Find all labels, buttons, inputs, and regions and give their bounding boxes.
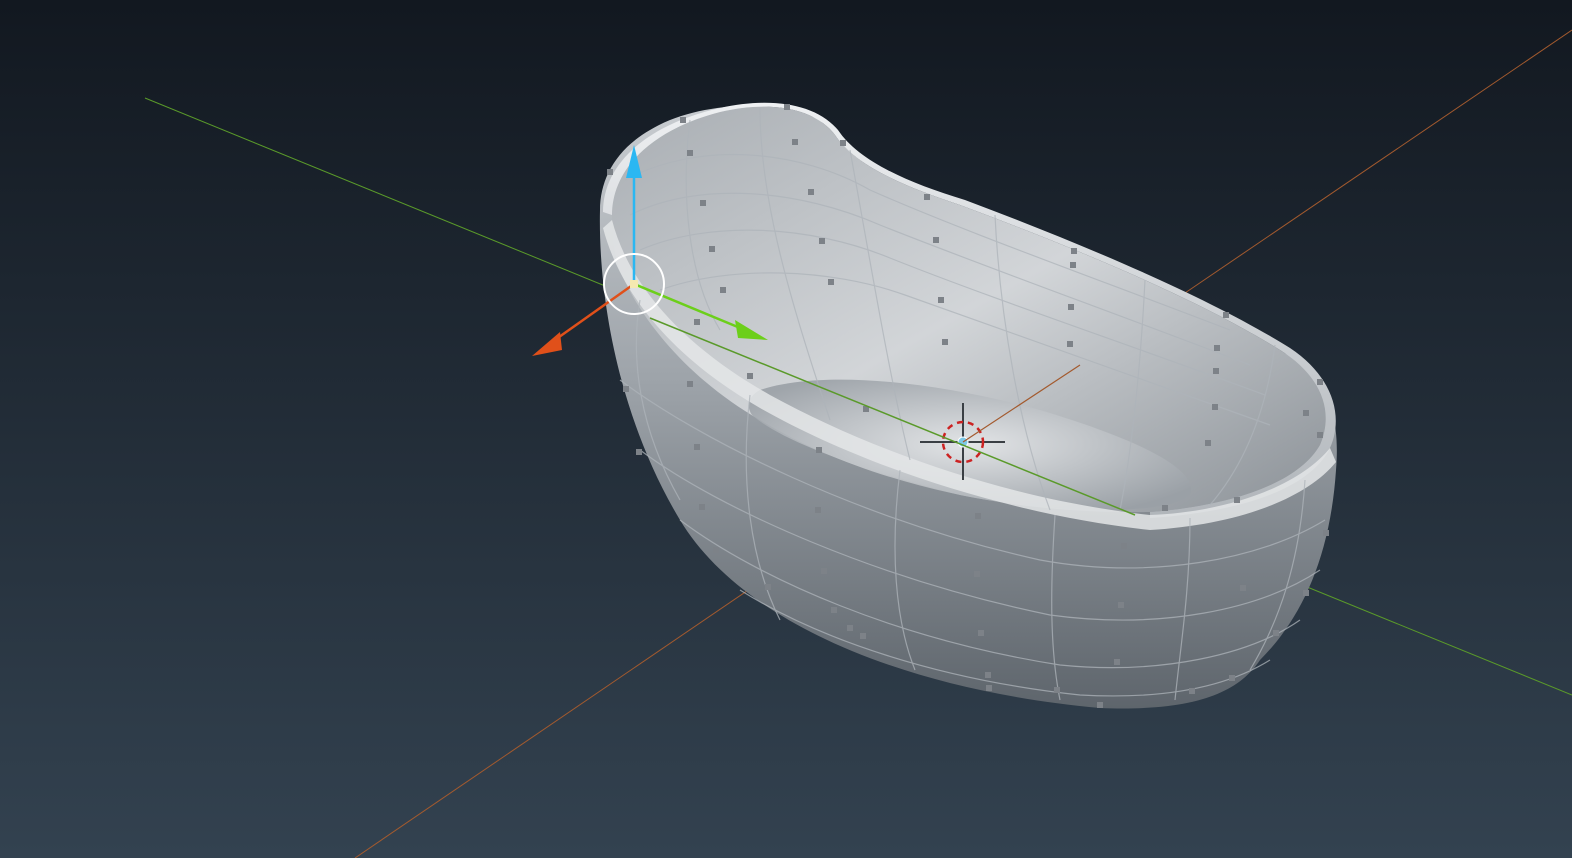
control-point[interactable] xyxy=(1212,404,1218,410)
control-point[interactable] xyxy=(607,169,613,175)
control-point[interactable] xyxy=(636,449,642,455)
control-point[interactable] xyxy=(1323,530,1329,536)
control-point[interactable] xyxy=(1303,410,1309,416)
control-point[interactable] xyxy=(720,287,726,293)
control-point[interactable] xyxy=(694,319,700,325)
control-point[interactable] xyxy=(1189,688,1195,694)
control-point[interactable] xyxy=(687,381,693,387)
control-point[interactable] xyxy=(808,189,814,195)
control-point[interactable] xyxy=(1067,341,1073,347)
control-point[interactable] xyxy=(713,547,719,553)
control-point[interactable] xyxy=(1213,368,1219,374)
control-point[interactable] xyxy=(1317,432,1323,438)
control-point[interactable] xyxy=(700,200,706,206)
control-point[interactable] xyxy=(938,297,944,303)
control-point[interactable] xyxy=(860,633,866,639)
control-point[interactable] xyxy=(974,571,980,577)
control-point[interactable] xyxy=(828,279,834,285)
control-point[interactable] xyxy=(699,504,705,510)
control-point[interactable] xyxy=(1097,702,1103,708)
control-point[interactable] xyxy=(816,447,822,453)
control-point[interactable] xyxy=(1273,630,1279,636)
control-point[interactable] xyxy=(933,237,939,243)
control-point[interactable] xyxy=(1054,687,1060,693)
object-origin-pivot[interactable] xyxy=(630,280,638,288)
control-point[interactable] xyxy=(847,625,853,631)
control-point[interactable] xyxy=(1229,675,1235,681)
control-point[interactable] xyxy=(765,584,771,590)
control-point[interactable] xyxy=(1214,345,1220,351)
control-point[interactable] xyxy=(985,672,991,678)
control-point[interactable] xyxy=(747,373,753,379)
control-point[interactable] xyxy=(784,104,790,110)
control-point[interactable] xyxy=(1121,543,1127,549)
control-point[interactable] xyxy=(709,246,715,252)
control-point[interactable] xyxy=(687,150,693,156)
control-point[interactable] xyxy=(1205,440,1211,446)
control-point[interactable] xyxy=(978,630,984,636)
control-point[interactable] xyxy=(792,139,798,145)
control-point[interactable] xyxy=(1223,312,1229,318)
control-point[interactable] xyxy=(1317,379,1323,385)
control-point[interactable] xyxy=(680,117,686,123)
control-point[interactable] xyxy=(840,140,846,146)
control-point[interactable] xyxy=(975,513,981,519)
3d-viewport[interactable] xyxy=(0,0,1572,858)
control-point[interactable] xyxy=(1070,262,1076,268)
control-point[interactable] xyxy=(1118,602,1124,608)
control-point[interactable] xyxy=(1303,590,1309,596)
control-point[interactable] xyxy=(1240,585,1246,591)
control-point[interactable] xyxy=(1071,248,1077,254)
control-point[interactable] xyxy=(819,238,825,244)
control-point[interactable] xyxy=(831,607,837,613)
viewport-canvas[interactable] xyxy=(0,0,1572,858)
control-point[interactable] xyxy=(1114,659,1120,665)
control-point[interactable] xyxy=(1068,304,1074,310)
control-point[interactable] xyxy=(815,507,821,513)
control-point[interactable] xyxy=(821,568,827,574)
control-point[interactable] xyxy=(1234,497,1240,503)
control-point[interactable] xyxy=(986,685,992,691)
control-point[interactable] xyxy=(694,444,700,450)
control-point[interactable] xyxy=(623,386,629,392)
control-point[interactable] xyxy=(924,194,930,200)
control-point[interactable] xyxy=(1162,505,1168,511)
control-point[interactable] xyxy=(942,339,948,345)
